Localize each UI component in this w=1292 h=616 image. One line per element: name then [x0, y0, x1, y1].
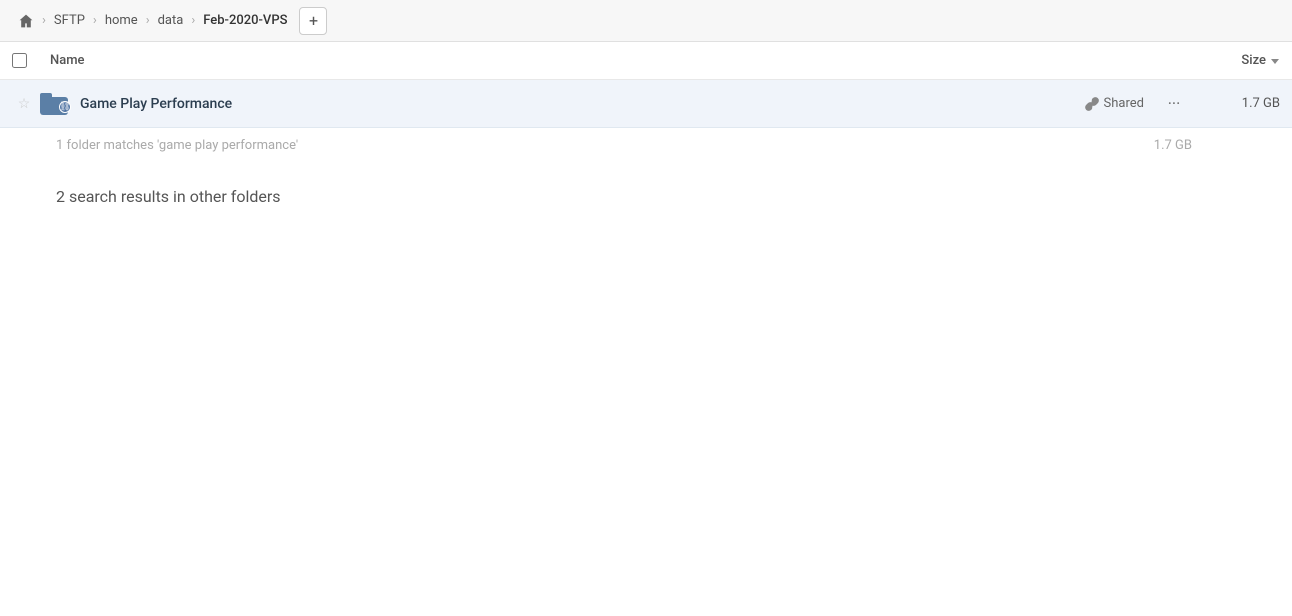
- separator-3: ›: [146, 13, 150, 28]
- shared-badge: Shared: [1085, 96, 1144, 111]
- home-icon: [18, 13, 34, 29]
- breadcrumb-home[interactable]: home: [99, 9, 144, 32]
- star-icon[interactable]: ☆: [18, 96, 31, 112]
- search-match-size: 1.7 GB: [1154, 138, 1192, 153]
- other-folders-section: 2 search results in other folders: [0, 163, 1292, 230]
- select-all-checkbox[interactable]: [12, 53, 27, 68]
- breadcrumb-feb2020vps[interactable]: Feb-2020-VPS: [197, 9, 293, 32]
- folder-body: ⛓: [40, 97, 68, 115]
- folder-icon-col: ⛓: [36, 93, 72, 115]
- other-folders-title: 2 search results in other folders: [56, 187, 1236, 206]
- separator-1: ›: [42, 13, 46, 28]
- add-tab-button[interactable]: +: [299, 7, 327, 35]
- search-info-row: 1 folder matches 'game play performance'…: [0, 128, 1292, 163]
- more-options-button[interactable]: ···: [1160, 90, 1188, 118]
- link-icon: [1085, 97, 1099, 111]
- breadcrumb-data[interactable]: data: [152, 9, 190, 32]
- file-size: 1.7 GB: [1200, 96, 1280, 111]
- breadcrumb-sftp[interactable]: SFTP: [48, 9, 91, 32]
- file-row[interactable]: ☆ ⛓ Game Play Performance Shared ··· 1.7…: [0, 80, 1292, 128]
- separator-2: ›: [93, 13, 97, 28]
- size-column-header[interactable]: Size: [1160, 53, 1280, 68]
- folder-link-indicator: ⛓: [59, 101, 71, 113]
- sort-icon: [1270, 56, 1280, 66]
- select-all-checkbox-col[interactable]: [12, 53, 42, 68]
- separator-4: ›: [191, 13, 195, 28]
- search-match-text: 1 folder matches 'game play performance': [56, 138, 298, 153]
- star-col[interactable]: ☆: [12, 96, 36, 112]
- column-header-row: Name Size: [0, 42, 1292, 80]
- breadcrumb-bar: › SFTP › home › data › Feb-2020-VPS +: [0, 0, 1292, 42]
- shared-label: Shared: [1104, 96, 1144, 111]
- file-name: Game Play Performance: [72, 96, 1085, 112]
- name-column-header: Name: [42, 53, 1160, 68]
- home-breadcrumb[interactable]: [12, 7, 40, 35]
- folder-icon: ⛓: [40, 93, 68, 115]
